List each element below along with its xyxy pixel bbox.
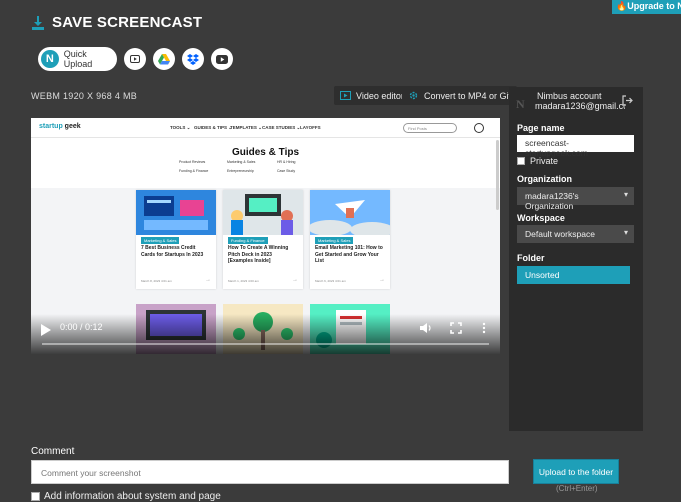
site-nav: startup geek TOOLS ⌄ GUIDES & TIPS ⌄ TEM… <box>31 118 500 138</box>
article-title: 7 Best Business Credit Cards for Startup… <box>141 245 204 258</box>
page-scrollbar <box>496 140 499 210</box>
folder-item-unsorted[interactable]: Unsorted <box>517 266 630 284</box>
video-time: 0:00 / 0:12 <box>60 322 103 332</box>
site-tag: Marketing & Sales <box>227 160 256 164</box>
comment-label: Comment <box>31 446 75 457</box>
google-drive-button[interactable] <box>153 48 175 70</box>
volume-icon[interactable] <box>420 322 432 334</box>
google-drive-icon <box>158 53 170 64</box>
nimbus-logo-icon: N <box>516 97 525 111</box>
more-options-icon[interactable] <box>481 322 487 334</box>
article-badge: Marketing & Sales <box>315 237 354 244</box>
video-editor-label: Video editor <box>356 90 404 101</box>
upload-button[interactable]: Upload to the folder <box>533 459 619 484</box>
folder-label: Folder <box>517 253 545 263</box>
site-search: Find Posts <box>403 123 457 133</box>
youtube-share-button[interactable] <box>124 48 146 70</box>
article-title: Email Marketing 101: How to Get Started … <box>315 245 383 264</box>
arrow-right-icon: → <box>292 277 298 283</box>
article-card: Funding & Finance How To Create A Winnin… <box>223 190 303 289</box>
quick-upload-label: Quick Upload <box>63 49 93 69</box>
arrow-right-icon: → <box>205 277 211 283</box>
convert-label: Convert to MP4 or Gif <box>424 90 512 101</box>
convert-icon <box>409 91 418 100</box>
arrow-right-icon: → <box>379 277 385 283</box>
article-image <box>223 190 303 235</box>
site-tag: Entrepreneurship <box>227 169 254 173</box>
article-date: March 8, 2023 4:01 am <box>141 279 172 283</box>
account-label: Nimbus account <box>537 91 602 101</box>
article-card: Marketing & Sales 7 Best Business Credit… <box>136 190 216 289</box>
download-icon <box>32 15 44 30</box>
dropbox-button[interactable] <box>182 48 204 70</box>
article-badge: Marketing & Sales <box>141 237 180 244</box>
convert-button[interactable]: Convert to MP4 or Gif <box>402 86 518 105</box>
video-controls <box>31 314 500 354</box>
video-editor-icon <box>340 91 351 100</box>
site-nav-item: LAYOFFS <box>300 125 321 130</box>
site-nav-item: TEMPLATES ⌄ <box>230 125 262 130</box>
user-icon <box>474 123 484 133</box>
site-hero <box>31 138 500 188</box>
dropbox-icon <box>187 53 199 65</box>
site-heading: Guides & Tips <box>231 147 300 158</box>
article-date: March 1, 2023 4:00 am <box>228 279 259 283</box>
system-info-label: Add information about system and page <box>44 491 221 502</box>
play-icon[interactable] <box>41 324 51 336</box>
system-info-row[interactable]: Add information about system and page <box>31 491 221 502</box>
fullscreen-icon[interactable] <box>450 322 462 334</box>
article-title: How To Create A Winning Pitch Deck in 20… <box>228 245 289 264</box>
organization-select[interactable]: madara1236's Organization <box>517 187 634 211</box>
page-title: SAVE SCREENCAST <box>52 14 203 31</box>
settings-panel: N Nimbus account madara1236@gmail.com Pa… <box>509 87 643 431</box>
article-image <box>310 190 390 235</box>
header: SAVE SCREENCAST <box>32 14 202 31</box>
article-date: March 6, 2023 4:01 am <box>315 279 346 283</box>
video-player[interactable]: startup geek TOOLS ⌄ GUIDES & TIPS ⌄ TEM… <box>31 118 500 354</box>
private-checkbox[interactable] <box>517 157 525 165</box>
account-email: madara1236@gmail.com <box>535 101 625 111</box>
video-progress-bar[interactable] <box>42 343 489 345</box>
comment-input[interactable]: Comment your screenshot <box>31 460 509 484</box>
file-info: WEBM 1920 X 968 4 MB <box>31 91 138 101</box>
play-square-icon <box>130 55 140 63</box>
site-tag: HR & Hiring <box>277 160 296 164</box>
page-name-label: Page name <box>517 123 565 133</box>
system-info-checkbox[interactable] <box>31 492 40 501</box>
nimbus-icon: N <box>41 50 59 68</box>
quick-upload-button[interactable]: N Quick Upload <box>38 47 117 71</box>
article-image <box>136 190 216 235</box>
youtube-button[interactable] <box>211 48 233 70</box>
page-name-input[interactable]: screencast-startupgeek.com <box>517 135 634 158</box>
video-editor-button[interactable]: Video editor <box>334 86 410 105</box>
shortcut-hint: (Ctrl+Enter) <box>556 484 598 493</box>
article-card: Marketing & Sales Email Marketing 101: H… <box>310 190 390 289</box>
article-badge: Funding & Finance <box>228 237 268 244</box>
site-nav-item: GUIDES & TIPS ⌄ <box>194 125 233 130</box>
site-tag: Case Study <box>277 169 296 173</box>
site-logo: startup geek <box>39 123 81 130</box>
organization-label: Organization <box>517 174 573 184</box>
upgrade-button[interactable]: 🔥Upgrade to Nimbus <box>612 0 681 14</box>
site-nav-item: CASE STUDIES ⌄ <box>262 125 301 130</box>
logout-icon[interactable] <box>622 95 633 106</box>
workspace-label: Workspace <box>517 213 565 223</box>
workspace-select[interactable]: Default workspace <box>517 225 634 243</box>
site-nav-item: TOOLS ⌄ <box>170 125 191 130</box>
site-tag: Product Reviews <box>179 160 206 164</box>
private-label: Private <box>530 156 559 166</box>
youtube-icon <box>216 54 228 64</box>
site-tag: Funding & Finance <box>179 169 209 173</box>
